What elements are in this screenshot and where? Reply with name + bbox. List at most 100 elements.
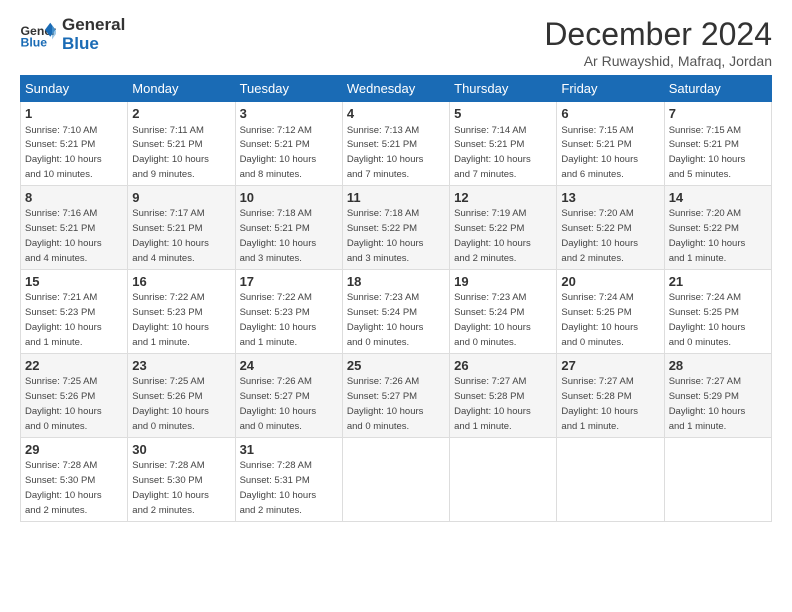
day-number: 2 — [132, 105, 230, 123]
day-info: Sunrise: 7:24 AM Sunset: 5:25 PM Dayligh… — [669, 292, 746, 348]
day-number: 3 — [240, 105, 338, 123]
day-cell: 28Sunrise: 7:27 AM Sunset: 5:29 PM Dayli… — [664, 353, 771, 437]
day-number: 27 — [561, 357, 659, 375]
day-info: Sunrise: 7:22 AM Sunset: 5:23 PM Dayligh… — [240, 292, 317, 348]
logo-general: General — [62, 16, 125, 35]
day-number: 26 — [454, 357, 552, 375]
day-cell: 8Sunrise: 7:16 AM Sunset: 5:21 PM Daylig… — [21, 185, 128, 269]
day-cell: 26Sunrise: 7:27 AM Sunset: 5:28 PM Dayli… — [450, 353, 557, 437]
day-number: 28 — [669, 357, 767, 375]
day-cell: 14Sunrise: 7:20 AM Sunset: 5:22 PM Dayli… — [664, 185, 771, 269]
day-cell: 2 Sunrise: 7:11 AM Sunset: 5:21 PM Daylig… — [128, 102, 235, 186]
day-info: Sunrise: 7:18 AM Sunset: 5:21 PM Dayligh… — [240, 208, 317, 264]
month-title: December 2024 — [544, 16, 772, 53]
day-cell: 10Sunrise: 7:18 AM Sunset: 5:21 PM Dayli… — [235, 185, 342, 269]
day-number: 17 — [240, 273, 338, 291]
day-number: 11 — [347, 189, 445, 207]
col-header-friday: Friday — [557, 76, 664, 102]
day-number: 25 — [347, 357, 445, 375]
day-number: 9 — [132, 189, 230, 207]
week-row-5: 29Sunrise: 7:28 AM Sunset: 5:30 PM Dayli… — [21, 437, 772, 521]
day-cell: 23Sunrise: 7:25 AM Sunset: 5:26 PM Dayli… — [128, 353, 235, 437]
day-cell: 7 Sunrise: 7:15 AM Sunset: 5:21 PM Daylig… — [664, 102, 771, 186]
day-number: 6 — [561, 105, 659, 123]
day-cell: 21Sunrise: 7:24 AM Sunset: 5:25 PM Dayli… — [664, 269, 771, 353]
day-cell: 30Sunrise: 7:28 AM Sunset: 5:30 PM Dayli… — [128, 437, 235, 521]
day-info: Sunrise: 7:12 AM Sunset: 5:21 PM Dayligh… — [240, 125, 317, 181]
day-info: Sunrise: 7:25 AM Sunset: 5:26 PM Dayligh… — [25, 376, 102, 432]
day-info: Sunrise: 7:23 AM Sunset: 5:24 PM Dayligh… — [454, 292, 531, 348]
col-header-thursday: Thursday — [450, 76, 557, 102]
day-info: Sunrise: 7:18 AM Sunset: 5:22 PM Dayligh… — [347, 208, 424, 264]
day-cell: 16Sunrise: 7:22 AM Sunset: 5:23 PM Dayli… — [128, 269, 235, 353]
day-cell — [557, 437, 664, 521]
day-number: 15 — [25, 273, 123, 291]
day-info: Sunrise: 7:23 AM Sunset: 5:24 PM Dayligh… — [347, 292, 424, 348]
day-number: 16 — [132, 273, 230, 291]
day-info: Sunrise: 7:15 AM Sunset: 5:21 PM Dayligh… — [669, 125, 746, 181]
day-info: Sunrise: 7:28 AM Sunset: 5:30 PM Dayligh… — [25, 460, 102, 516]
day-number: 5 — [454, 105, 552, 123]
day-number: 14 — [669, 189, 767, 207]
day-cell — [664, 437, 771, 521]
day-info: Sunrise: 7:25 AM Sunset: 5:26 PM Dayligh… — [132, 376, 209, 432]
day-cell: 9Sunrise: 7:17 AM Sunset: 5:21 PM Daylig… — [128, 185, 235, 269]
day-info: Sunrise: 7:19 AM Sunset: 5:22 PM Dayligh… — [454, 208, 531, 264]
day-number: 20 — [561, 273, 659, 291]
title-block: December 2024 Ar Ruwayshid, Mafraq, Jord… — [544, 16, 772, 69]
calendar-table: SundayMondayTuesdayWednesdayThursdayFrid… — [20, 75, 772, 522]
day-number: 13 — [561, 189, 659, 207]
day-info: Sunrise: 7:11 AM Sunset: 5:21 PM Dayligh… — [132, 125, 209, 181]
week-row-3: 15Sunrise: 7:21 AM Sunset: 5:23 PM Dayli… — [21, 269, 772, 353]
day-cell: 13Sunrise: 7:20 AM Sunset: 5:22 PM Dayli… — [557, 185, 664, 269]
day-cell — [450, 437, 557, 521]
day-number: 21 — [669, 273, 767, 291]
day-cell: 11Sunrise: 7:18 AM Sunset: 5:22 PM Dayli… — [342, 185, 449, 269]
day-number: 29 — [25, 441, 123, 459]
col-header-wednesday: Wednesday — [342, 76, 449, 102]
col-header-tuesday: Tuesday — [235, 76, 342, 102]
day-number: 31 — [240, 441, 338, 459]
day-number: 7 — [669, 105, 767, 123]
week-row-2: 8Sunrise: 7:16 AM Sunset: 5:21 PM Daylig… — [21, 185, 772, 269]
day-cell: 22Sunrise: 7:25 AM Sunset: 5:26 PM Dayli… — [21, 353, 128, 437]
day-info: Sunrise: 7:10 AM Sunset: 5:21 PM Dayligh… — [25, 125, 102, 181]
header: General Blue General Blue December 2024 … — [20, 16, 772, 69]
day-cell: 6 Sunrise: 7:15 AM Sunset: 5:21 PM Daylig… — [557, 102, 664, 186]
day-number: 10 — [240, 189, 338, 207]
svg-text:Blue: Blue — [21, 35, 48, 49]
day-cell: 1 Sunrise: 7:10 AM Sunset: 5:21 PM Daylig… — [21, 102, 128, 186]
day-info: Sunrise: 7:22 AM Sunset: 5:23 PM Dayligh… — [132, 292, 209, 348]
day-number: 1 — [25, 105, 123, 123]
col-header-monday: Monday — [128, 76, 235, 102]
day-cell: 29Sunrise: 7:28 AM Sunset: 5:30 PM Dayli… — [21, 437, 128, 521]
day-info: Sunrise: 7:21 AM Sunset: 5:23 PM Dayligh… — [25, 292, 102, 348]
day-info: Sunrise: 7:16 AM Sunset: 5:21 PM Dayligh… — [25, 208, 102, 264]
day-info: Sunrise: 7:24 AM Sunset: 5:25 PM Dayligh… — [561, 292, 638, 348]
day-cell: 12Sunrise: 7:19 AM Sunset: 5:22 PM Dayli… — [450, 185, 557, 269]
day-info: Sunrise: 7:28 AM Sunset: 5:31 PM Dayligh… — [240, 460, 317, 516]
logo: General Blue General Blue — [20, 16, 125, 53]
day-number: 18 — [347, 273, 445, 291]
day-number: 22 — [25, 357, 123, 375]
day-cell: 19Sunrise: 7:23 AM Sunset: 5:24 PM Dayli… — [450, 269, 557, 353]
day-number: 23 — [132, 357, 230, 375]
day-info: Sunrise: 7:14 AM Sunset: 5:21 PM Dayligh… — [454, 125, 531, 181]
day-info: Sunrise: 7:15 AM Sunset: 5:21 PM Dayligh… — [561, 125, 638, 181]
day-info: Sunrise: 7:27 AM Sunset: 5:28 PM Dayligh… — [561, 376, 638, 432]
day-cell: 18Sunrise: 7:23 AM Sunset: 5:24 PM Dayli… — [342, 269, 449, 353]
day-cell: 24Sunrise: 7:26 AM Sunset: 5:27 PM Dayli… — [235, 353, 342, 437]
header-row: SundayMondayTuesdayWednesdayThursdayFrid… — [21, 76, 772, 102]
day-info: Sunrise: 7:20 AM Sunset: 5:22 PM Dayligh… — [561, 208, 638, 264]
col-header-saturday: Saturday — [664, 76, 771, 102]
day-cell: 15Sunrise: 7:21 AM Sunset: 5:23 PM Dayli… — [21, 269, 128, 353]
day-info: Sunrise: 7:26 AM Sunset: 5:27 PM Dayligh… — [240, 376, 317, 432]
week-row-1: 1 Sunrise: 7:10 AM Sunset: 5:21 PM Daylig… — [21, 102, 772, 186]
page-container: General Blue General Blue December 2024 … — [0, 0, 792, 532]
day-cell: 31Sunrise: 7:28 AM Sunset: 5:31 PM Dayli… — [235, 437, 342, 521]
day-number: 4 — [347, 105, 445, 123]
week-row-4: 22Sunrise: 7:25 AM Sunset: 5:26 PM Dayli… — [21, 353, 772, 437]
day-info: Sunrise: 7:27 AM Sunset: 5:28 PM Dayligh… — [454, 376, 531, 432]
day-info: Sunrise: 7:17 AM Sunset: 5:21 PM Dayligh… — [132, 208, 209, 264]
day-cell: 25Sunrise: 7:26 AM Sunset: 5:27 PM Dayli… — [342, 353, 449, 437]
